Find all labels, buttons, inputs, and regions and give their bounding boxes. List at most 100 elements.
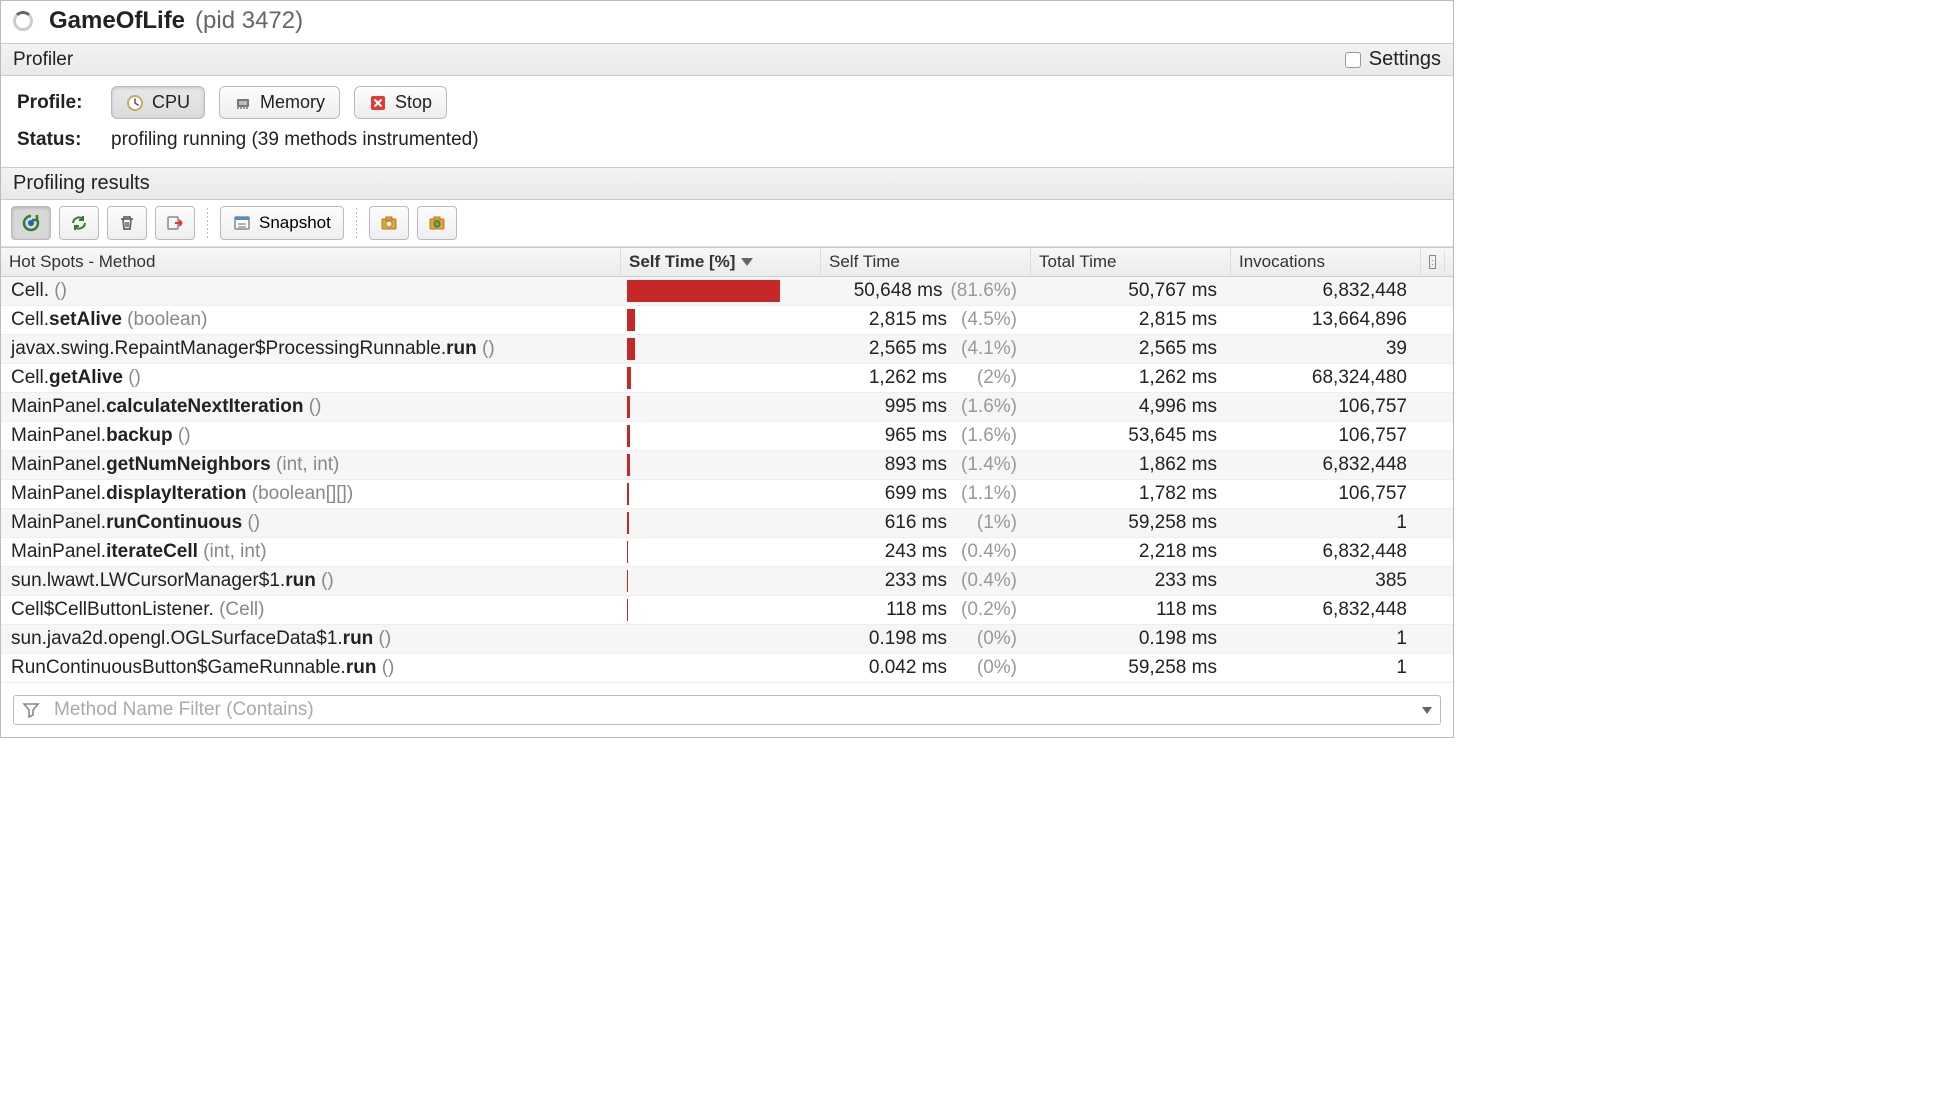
cell-method: MainPanel.iterateCell (int, int) xyxy=(1,538,621,566)
cell-bar xyxy=(621,277,821,305)
cell-total-time: 1,262 ms xyxy=(1031,364,1231,392)
thread-dump-button[interactable] xyxy=(369,206,409,240)
camera-alt-icon xyxy=(428,214,446,232)
filter-input[interactable] xyxy=(52,698,1412,722)
columns-icon xyxy=(1429,255,1436,269)
col-invocations[interactable]: Invocations xyxy=(1231,248,1421,276)
cell-total-time: 2,815 ms xyxy=(1031,306,1231,334)
export-icon xyxy=(166,214,184,232)
table-row[interactable]: sun.java2d.opengl.OGLSurfaceData$1.run (… xyxy=(1,625,1453,654)
profiler-window: GameOfLife (pid 3472) Profiler Settings … xyxy=(0,0,1454,738)
cell-total-time: 50,767 ms xyxy=(1031,277,1231,305)
cell-method: RunContinuousButton$GameRunnable.run () xyxy=(1,654,621,682)
col-total-time[interactable]: Total Time xyxy=(1031,248,1231,276)
update-results-button[interactable] xyxy=(11,206,51,240)
delete-button[interactable] xyxy=(107,206,147,240)
status-text: profiling running (39 methods instrument… xyxy=(111,129,479,151)
cell-invocations: 6,832,448 xyxy=(1231,596,1421,624)
table-row[interactable]: MainPanel.calculateNextIteration () 995 … xyxy=(1,393,1453,422)
cell-total-time: 2,565 ms xyxy=(1031,335,1231,363)
cell-bar xyxy=(621,538,821,566)
settings-checkbox[interactable] xyxy=(1345,52,1361,68)
refresh-icon xyxy=(69,213,89,233)
table-row[interactable]: Cell. () 50,648 ms(81.6%) 50,767 ms 6,83… xyxy=(1,277,1453,306)
titlebar: GameOfLife (pid 3472) xyxy=(1,1,1453,43)
trash-icon xyxy=(118,214,136,232)
col-self-time[interactable]: Self Time xyxy=(821,248,1031,276)
table-row[interactable]: MainPanel.iterateCell (int, int) 243 ms(… xyxy=(1,538,1453,567)
settings-label: Settings xyxy=(1369,48,1441,71)
cell-invocations: 6,832,448 xyxy=(1231,451,1421,479)
snapshot-label: Snapshot xyxy=(259,213,331,233)
auto-refresh-button[interactable] xyxy=(59,206,99,240)
col-self-pct[interactable]: Self Time [%] xyxy=(621,248,821,276)
cell-total-time: 118 ms xyxy=(1031,596,1231,624)
table-row[interactable]: sun.lwawt.LWCursorManager$1.run () 233 m… xyxy=(1,567,1453,596)
snapshot-button[interactable]: Snapshot xyxy=(220,206,344,240)
cell-invocations: 106,757 xyxy=(1231,393,1421,421)
cell-method: javax.swing.RepaintManager$ProcessingRun… xyxy=(1,335,621,363)
table-row[interactable]: Cell.getAlive () 1,262 ms(2%) 1,262 ms 6… xyxy=(1,364,1453,393)
cell-self-time: 1,262 ms(2%) xyxy=(821,364,1031,392)
loading-spinner-icon xyxy=(13,11,33,31)
cell-bar xyxy=(621,306,821,334)
cell-self-time: 0.198 ms(0%) xyxy=(821,625,1031,653)
stop-button-label: Stop xyxy=(395,92,432,113)
chip-icon xyxy=(234,94,252,112)
cell-method: Cell.getAlive () xyxy=(1,364,621,392)
sort-desc-icon xyxy=(741,258,753,266)
table-row[interactable]: javax.swing.RepaintManager$ProcessingRun… xyxy=(1,335,1453,364)
table-row[interactable]: MainPanel.runContinuous () 616 ms(1%) 59… xyxy=(1,509,1453,538)
profile-label: Profile: xyxy=(17,92,97,114)
table-row[interactable]: Cell.setAlive (boolean) 2,815 ms(4.5%) 2… xyxy=(1,306,1453,335)
cell-self-time: 965 ms(1.6%) xyxy=(821,422,1031,450)
cell-bar xyxy=(621,422,821,450)
heap-dump-button[interactable] xyxy=(417,206,457,240)
cell-bar xyxy=(621,335,821,363)
cell-total-time: 59,258 ms xyxy=(1031,654,1231,682)
table-row[interactable]: MainPanel.backup () 965 ms(1.6%) 53,645 … xyxy=(1,422,1453,451)
cell-method: MainPanel.getNumNeighbors (int, int) xyxy=(1,451,621,479)
cell-invocations: 385 xyxy=(1231,567,1421,595)
cell-bar xyxy=(621,364,821,392)
cell-self-time: 50,648 ms(81.6%) xyxy=(821,277,1031,305)
status-label: Status: xyxy=(17,129,97,151)
cell-total-time: 59,258 ms xyxy=(1031,509,1231,537)
cell-method: MainPanel.displayIteration (boolean[][]) xyxy=(1,480,621,508)
cell-method: Cell$CellButtonListener. (Cell) xyxy=(1,596,621,624)
refresh-bold-icon xyxy=(21,213,41,233)
cell-bar xyxy=(621,393,821,421)
filter-dropdown-icon[interactable] xyxy=(1422,707,1432,714)
table-row[interactable]: Cell$CellButtonListener. (Cell) 118 ms(0… xyxy=(1,596,1453,625)
cell-self-time: 118 ms(0.2%) xyxy=(821,596,1031,624)
stop-button[interactable]: Stop xyxy=(354,86,447,119)
cell-self-time: 243 ms(0.4%) xyxy=(821,538,1031,566)
clock-icon xyxy=(126,94,144,112)
table-row[interactable]: MainPanel.displayIteration (boolean[][])… xyxy=(1,480,1453,509)
cpu-button[interactable]: CPU xyxy=(111,86,205,119)
table-row[interactable]: MainPanel.getNumNeighbors (int, int) 893… xyxy=(1,451,1453,480)
table-row[interactable]: RunContinuousButton$GameRunnable.run () … xyxy=(1,654,1453,683)
controls-area: Profile: CPU Memory Stop Status xyxy=(1,76,1453,167)
filter-bar[interactable] xyxy=(13,695,1441,725)
cell-invocations: 1 xyxy=(1231,625,1421,653)
stop-icon xyxy=(369,94,387,112)
cell-self-time: 995 ms(1.6%) xyxy=(821,393,1031,421)
export-button[interactable] xyxy=(155,206,195,240)
pid-label: (pid 3472) xyxy=(195,7,303,35)
column-options-button[interactable] xyxy=(1421,251,1445,273)
cell-method: sun.java2d.opengl.OGLSurfaceData$1.run (… xyxy=(1,625,621,653)
cell-total-time: 233 ms xyxy=(1031,567,1231,595)
filter-icon xyxy=(22,701,42,719)
cell-self-time: 2,815 ms(4.5%) xyxy=(821,306,1031,334)
memory-button[interactable]: Memory xyxy=(219,86,340,119)
cell-self-time: 616 ms(1%) xyxy=(821,509,1031,537)
settings-toggle[interactable]: Settings xyxy=(1345,48,1441,71)
cell-self-time: 893 ms(1.4%) xyxy=(821,451,1031,479)
cell-method: MainPanel.runContinuous () xyxy=(1,509,621,537)
results-toolbar: Snapshot xyxy=(1,200,1453,247)
subbar-title: Profiler xyxy=(13,49,73,71)
toolbar-separator xyxy=(207,208,208,238)
cell-self-time: 233 ms(0.4%) xyxy=(821,567,1031,595)
col-method[interactable]: Hot Spots - Method xyxy=(1,248,621,276)
